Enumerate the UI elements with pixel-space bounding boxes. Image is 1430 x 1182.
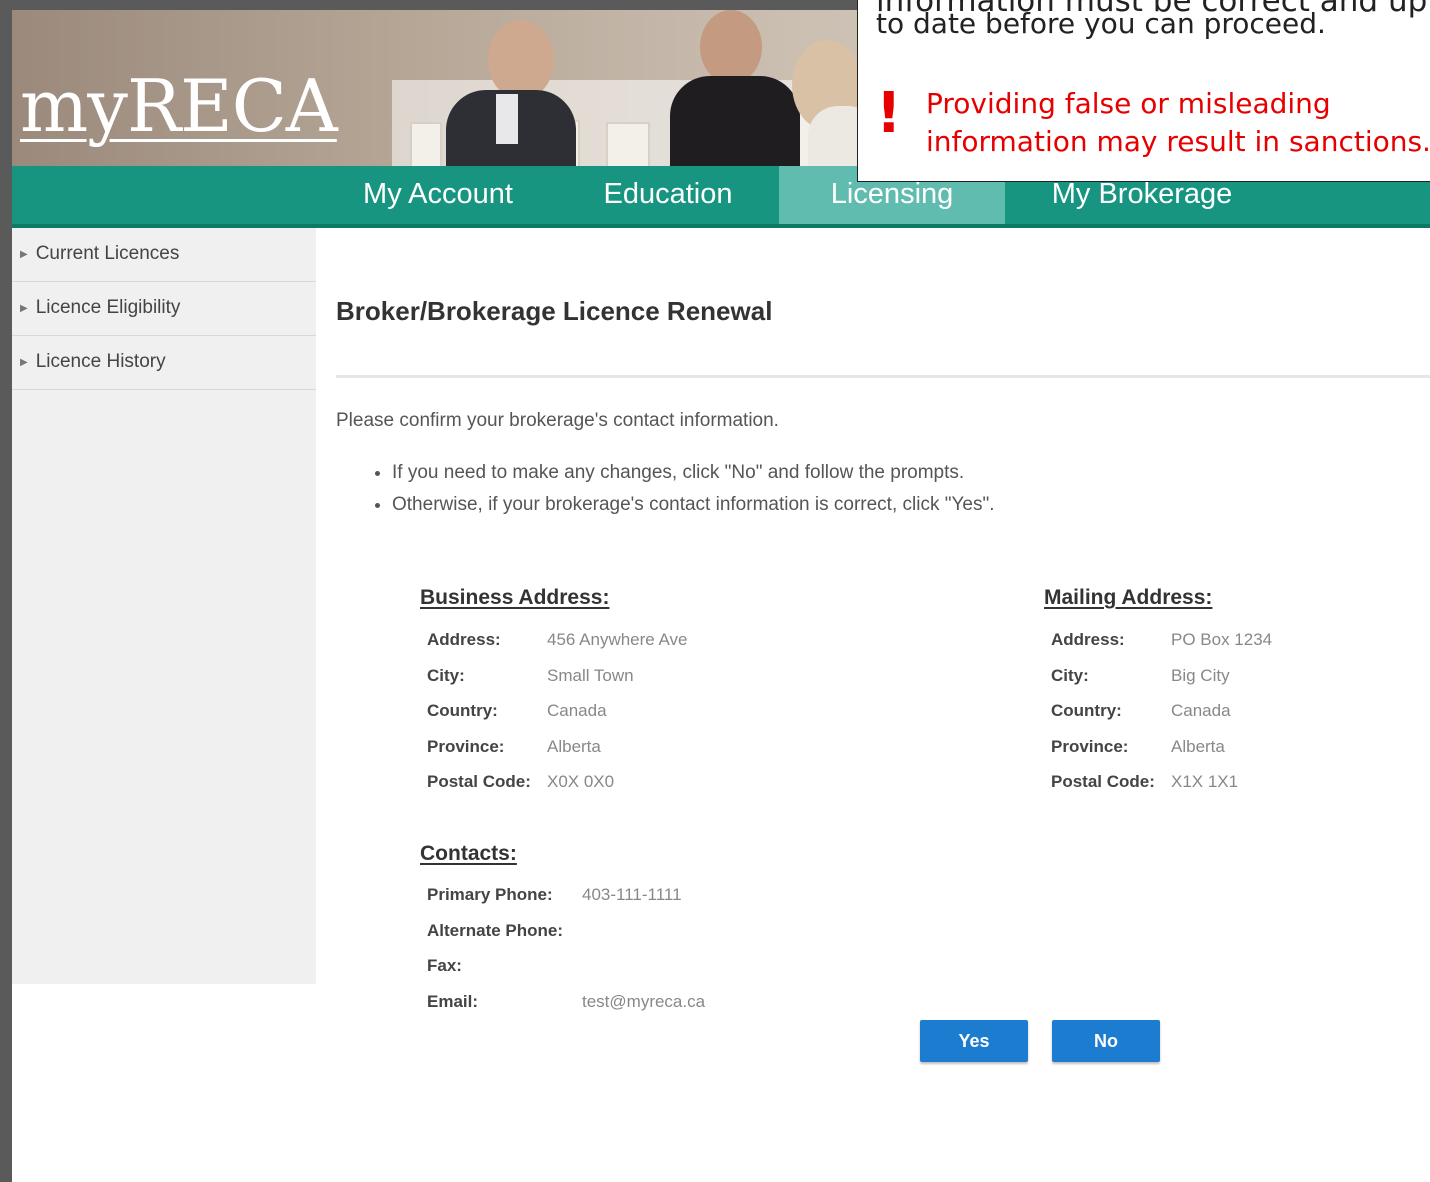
field-value: PO Box 1234 xyxy=(1171,630,1273,649)
sidebar-item-current-licences[interactable]: ▶ Current Licences xyxy=(12,228,316,282)
list-item: Otherwise, if your brokerage's contact i… xyxy=(392,494,994,516)
field-label: Alternate Phone: xyxy=(427,921,564,940)
field-value: Big City xyxy=(1171,666,1230,685)
warning-callout: information must be correct and up to da… xyxy=(857,0,1430,182)
field-label: City: xyxy=(1051,666,1089,685)
field-label: City: xyxy=(427,666,465,685)
caret-right-icon: ▶ xyxy=(20,249,28,260)
field-value: 403-111-1111 xyxy=(582,885,682,904)
warning-text: Providing false or misleading informatio… xyxy=(926,85,1430,161)
intro-text: Please confirm your brokerage's contact … xyxy=(336,410,779,431)
field-value: X0X 0X0 xyxy=(547,772,615,791)
sidebar-item-licence-history[interactable]: ▶ Licence History xyxy=(12,336,316,390)
field-value: Alberta xyxy=(1171,737,1225,756)
sidebar-item-label: Licence Eligibility xyxy=(35,297,181,318)
field-label: Postal Code: xyxy=(427,772,531,791)
page-title: Broker/Brokerage Licence Renewal xyxy=(336,296,773,326)
field-value: test@myreca.ca xyxy=(582,992,706,1011)
field-label: Country: xyxy=(427,701,498,720)
yes-button[interactable]: Yes xyxy=(920,1020,1028,1062)
field-label: Primary Phone: xyxy=(427,885,553,904)
field-label: Province: xyxy=(1051,737,1129,756)
mailing-address-heading: Mailing Address: xyxy=(1044,586,1213,609)
sidebar-item-label: Licence History xyxy=(35,351,166,372)
exclamation-icon: ! xyxy=(876,81,902,146)
field-value: Alberta xyxy=(547,737,601,756)
divider xyxy=(336,375,1430,378)
instruction-list: If you need to make any changes, click "… xyxy=(364,462,994,526)
field-value: 456 Anywhere Ave xyxy=(547,630,688,649)
field-label: Postal Code: xyxy=(1051,772,1155,791)
field-value: Canada xyxy=(547,701,607,720)
field-label: Address: xyxy=(427,630,501,649)
warning-line: information may result in sanctions. xyxy=(926,125,1430,158)
field-value: X1X 1X1 xyxy=(1171,772,1239,791)
nav-my-account[interactable]: My Account xyxy=(338,166,538,224)
sidebar-item-licence-eligibility[interactable]: ▶ Licence Eligibility xyxy=(12,282,316,336)
field-label: Country: xyxy=(1051,701,1122,720)
sidebar-item-label: Current Licences xyxy=(35,243,180,264)
contacts-heading: Contacts: xyxy=(420,842,517,865)
business-address-heading: Business Address: xyxy=(420,586,610,609)
caret-right-icon: ▶ xyxy=(20,303,28,314)
field-label: Fax: xyxy=(427,956,462,975)
caret-right-icon: ▶ xyxy=(20,357,28,368)
sidebar: ▶ Current Licences ▶ Licence Eligibility ▶… xyxy=(12,228,316,984)
myreca-logo: myRECA xyxy=(20,64,338,148)
field-value: Small Town xyxy=(547,666,634,685)
app-window: myRECA My Account Education Licensing My… xyxy=(12,10,1430,1182)
list-item: If you need to make any changes, click "… xyxy=(392,462,994,484)
field-label: Email: xyxy=(427,992,479,1011)
warning-line: Providing false or misleading xyxy=(926,87,1331,120)
no-button[interactable]: No xyxy=(1052,1020,1160,1062)
field-label: Province: xyxy=(427,737,505,756)
callout-text: to date before you can proceed. xyxy=(876,7,1326,40)
nav-education[interactable]: Education xyxy=(578,166,758,224)
field-label: Address: xyxy=(1051,630,1125,649)
field-value: Canada xyxy=(1171,701,1231,720)
